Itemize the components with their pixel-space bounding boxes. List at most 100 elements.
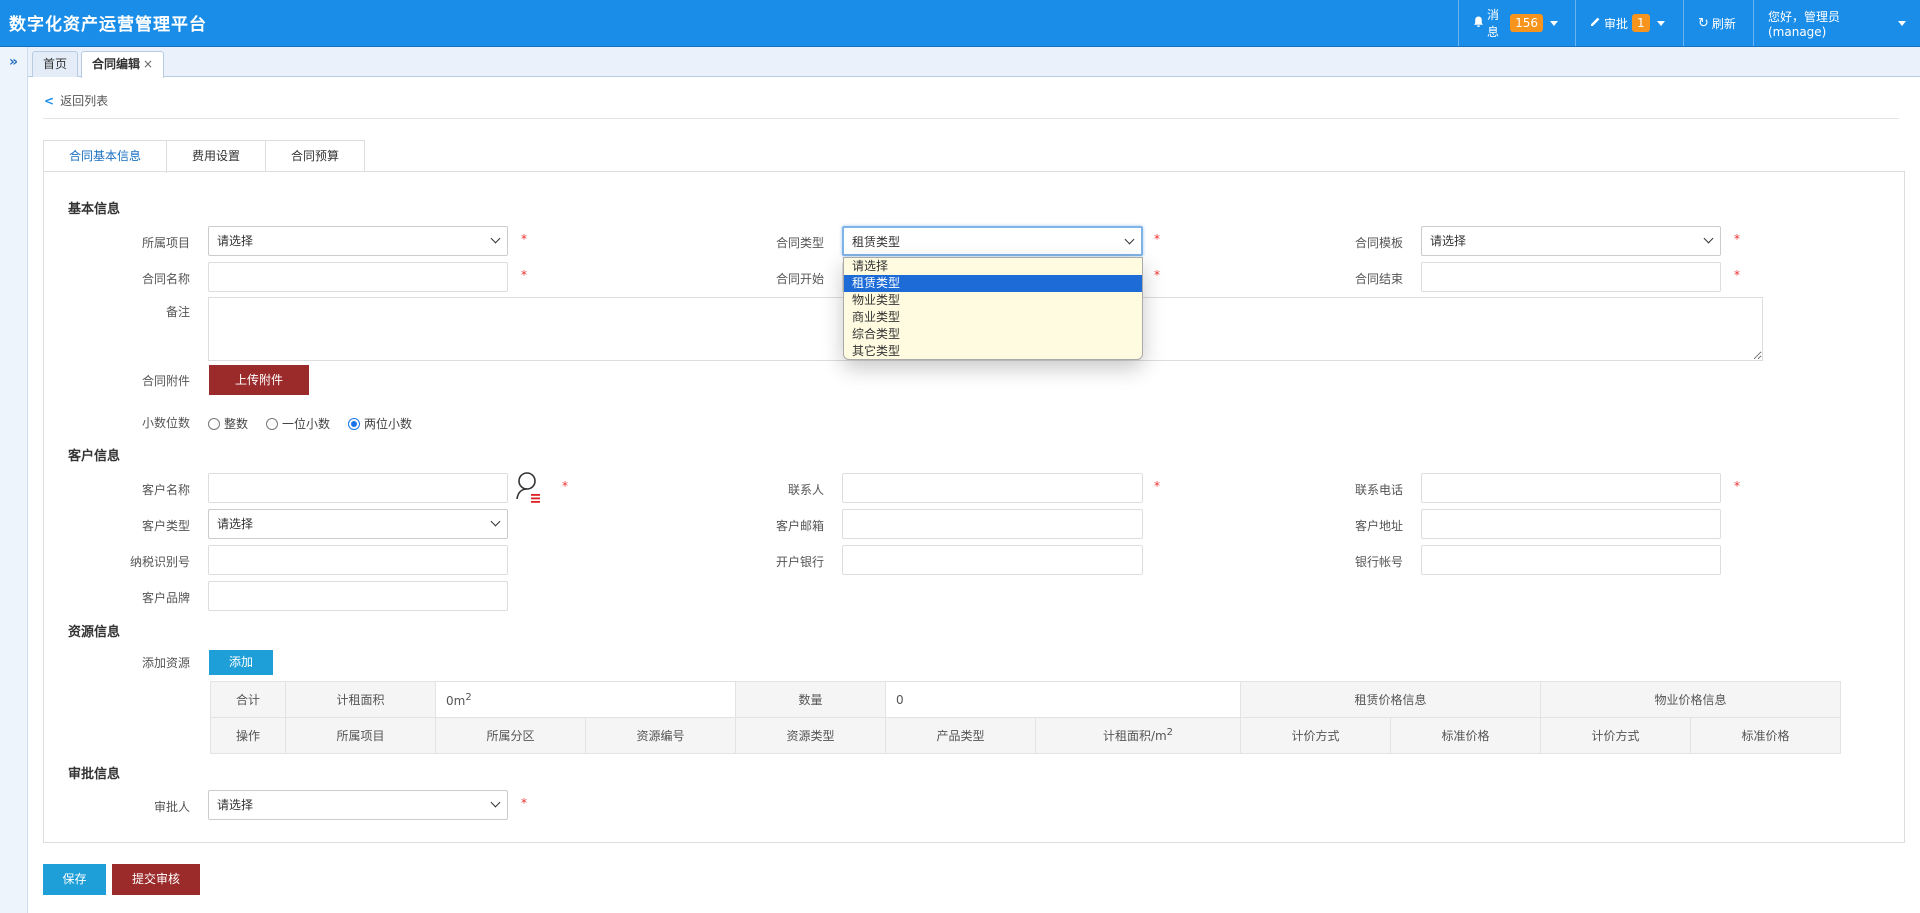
required-mark: * [521, 796, 527, 810]
decimal-label: 小数位数 [141, 416, 190, 430]
area-unit-sup: 2 [465, 691, 472, 703]
section-basic-info: 基本信息 [68, 202, 121, 217]
approval-menu[interactable]: 审批 1 [1575, 0, 1680, 46]
chevron-down-icon [490, 233, 501, 244]
radio-label: 整数 [224, 417, 249, 431]
customer-address-label: 客户地址 [1354, 519, 1403, 533]
column-header: 标准价格 [1690, 717, 1841, 754]
tab-label: 首页 [43, 57, 68, 71]
column-header: 计价方式 [1540, 717, 1691, 754]
required-mark: * [521, 268, 527, 282]
required-mark: * [1734, 232, 1740, 246]
phone-label: 联系电话 [1354, 483, 1403, 497]
chevron-left-icon: < [44, 94, 55, 108]
contract-end-input[interactable] [1421, 262, 1721, 292]
chevron-down-icon [490, 516, 501, 527]
bank-input[interactable] [842, 545, 1143, 575]
tab-label: 合同编辑 [92, 57, 141, 71]
radio-two-decimal[interactable]: 两位小数 [348, 415, 412, 432]
top-header: 数字化资产运营管理平台 消息 156 审批 1 ↻ 刷新 您好，管理员(mana… [0, 0, 1920, 47]
back-to-list-link[interactable]: < 返回列表 [44, 92, 108, 109]
option-commercial-type[interactable]: 商业类型 [844, 309, 1142, 326]
radio-label: 两位小数 [364, 417, 413, 431]
radio-one-decimal[interactable]: 一位小数 [266, 415, 330, 432]
column-header: 标准价格 [1390, 717, 1541, 754]
attachment-label: 合同附件 [141, 374, 190, 388]
bank-account-input[interactable] [1421, 545, 1721, 575]
required-mark: * [1734, 268, 1740, 282]
approver-select[interactable]: 请选择 [208, 790, 508, 820]
remark-label: 备注 [165, 305, 190, 319]
chevron-down-icon [1898, 20, 1906, 26]
area-value: 0m [446, 693, 466, 708]
approver-select-value: 请选择 [217, 798, 254, 812]
template-select-value: 请选择 [1430, 234, 1467, 248]
customer-picker-icon[interactable] [515, 471, 543, 506]
contract-start-label: 合同开始 [775, 272, 824, 286]
tab-home[interactable]: 首页 [32, 51, 79, 77]
property-price-header: 物业价格信息 [1540, 681, 1841, 718]
qty-label-cell: 数量 [735, 681, 886, 718]
contract-type-select[interactable]: 租赁类型 [842, 226, 1143, 256]
refresh-button[interactable]: ↻ 刷新 [1683, 0, 1753, 46]
customer-email-input[interactable] [842, 509, 1143, 539]
contact-input[interactable] [842, 473, 1143, 503]
resource-table: 合计 计租面积 0m2 数量 0 租赁价格信息 物业价格信息 操作 所属项目 所… [210, 681, 1841, 754]
save-button[interactable]: 保存 [43, 864, 106, 895]
tab-budget[interactable]: 合同预算 [265, 140, 365, 172]
option-property-type[interactable]: 物业类型 [844, 292, 1142, 309]
customer-type-label: 客户类型 [141, 519, 190, 533]
radio-circle [208, 417, 220, 430]
required-mark: * [562, 479, 568, 493]
page-tab-bar: 首页 合同编辑 × [28, 47, 1920, 78]
customer-name-input[interactable] [208, 473, 508, 503]
contract-end-label: 合同结束 [1354, 272, 1403, 286]
option-other-type[interactable]: 其它类型 [844, 343, 1142, 360]
back-label: 返回列表 [60, 94, 109, 108]
option-please-select[interactable]: 请选择 [844, 258, 1142, 275]
user-menu[interactable]: 您好，管理员(manage) [1753, 0, 1920, 46]
customer-type-select[interactable]: 请选择 [208, 509, 508, 539]
approval-label: 审批 [1604, 16, 1629, 31]
divider [43, 118, 1899, 119]
add-resource-button[interactable]: 添加 [209, 650, 273, 675]
submit-review-button[interactable]: 提交审核 [112, 864, 200, 895]
customer-address-input[interactable] [1421, 509, 1721, 539]
radio-integer[interactable]: 整数 [208, 415, 248, 432]
template-select[interactable]: 请选择 [1421, 226, 1721, 256]
bell-icon [1473, 16, 1484, 31]
tab-basic-info[interactable]: 合同基本信息 [43, 140, 167, 173]
close-icon[interactable]: × [143, 57, 153, 71]
phone-input[interactable] [1421, 473, 1721, 503]
customer-brand-input[interactable] [208, 581, 508, 611]
approver-label: 审批人 [153, 800, 190, 814]
column-header: 资源类型 [735, 717, 886, 754]
required-mark: * [1734, 479, 1740, 493]
template-label: 合同模板 [1354, 236, 1403, 250]
user-greeting: 您好，管理员(manage) [1768, 9, 1841, 39]
tab-contract-edit[interactable]: 合同编辑 × [81, 51, 165, 78]
upload-attachment-button[interactable]: 上传附件 [209, 365, 309, 395]
approval-count-badge: 1 [1632, 14, 1650, 32]
contract-type-label: 合同类型 [775, 236, 824, 250]
radio-circle-selected [348, 417, 360, 430]
contract-type-dropdown-list: 请选择 租赁类型 物业类型 商业类型 综合类型 其它类型 [843, 257, 1143, 360]
messages-menu[interactable]: 消息 156 [1458, 0, 1572, 46]
required-mark: * [1154, 268, 1160, 282]
project-select[interactable]: 请选择 [208, 226, 508, 256]
column-header: 计租面积/m2 [1035, 717, 1241, 754]
add-resource-label: 添加资源 [141, 656, 190, 670]
project-select-value: 请选择 [217, 234, 254, 248]
contract-name-input[interactable] [208, 262, 508, 292]
messages-count-badge: 156 [1510, 14, 1543, 32]
customer-type-value: 请选择 [217, 517, 254, 531]
sidebar-collapsed: » [0, 47, 28, 913]
tab-fee-settings[interactable]: 费用设置 [166, 140, 266, 172]
double-chevron-right-icon[interactable]: » [9, 54, 18, 70]
option-lease-type[interactable]: 租赁类型 [844, 275, 1142, 292]
pencil-icon [1590, 16, 1601, 30]
total-cell: 合计 [210, 681, 286, 718]
tax-id-input[interactable] [208, 545, 508, 575]
column-header: 所属项目 [285, 717, 436, 754]
option-comprehensive-type[interactable]: 综合类型 [844, 326, 1142, 343]
